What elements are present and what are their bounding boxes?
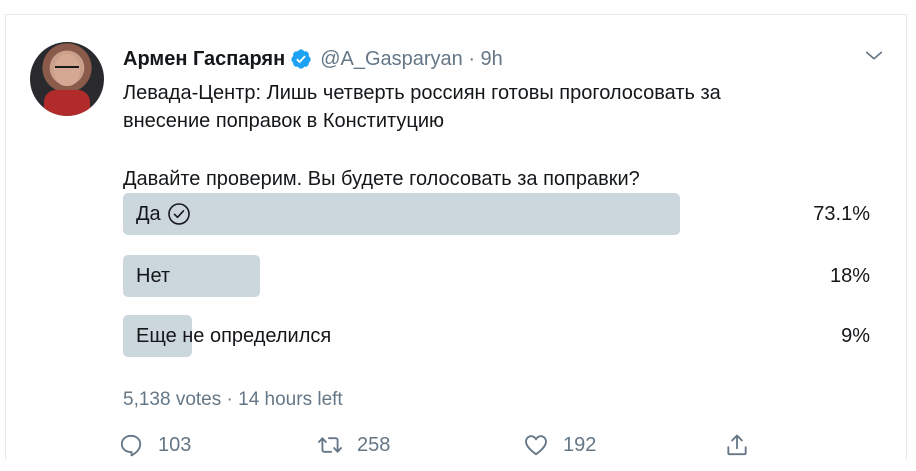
poll-option-percent: 9%	[841, 325, 870, 347]
tweet-text-line: Левада-Центр: Лишь четверть россиян гото…	[123, 82, 721, 104]
reply-button[interactable]: 103	[118, 430, 191, 460]
share-icon	[727, 434, 747, 456]
poll-option-2: Нет 18%	[123, 255, 873, 297]
heart-icon	[525, 435, 547, 456]
tweet-card[interactable]: Армен Гаспарян @A_Gasparyan · 9h Левада-…	[5, 14, 907, 460]
poll-option-label-wrap: Да	[136, 193, 191, 235]
poll-option-percent: 73.1%	[813, 203, 870, 225]
chevron-down-icon[interactable]	[863, 45, 885, 67]
share-button[interactable]	[724, 430, 764, 460]
retweet-button[interactable]: 258	[317, 430, 390, 460]
poll-option-label-wrap: Нет	[136, 255, 170, 297]
tweet-text: Левада-Центр: Лишь четверть россиян гото…	[123, 79, 863, 135]
verified-badge-icon	[291, 49, 311, 69]
reply-icon	[120, 434, 142, 457]
retweet-count: 258	[357, 433, 391, 456]
poll-option-label-wrap: Еще не определился	[136, 315, 331, 357]
author-handle-time[interactable]: @A_Gasparyan · 9h	[320, 48, 503, 71]
poll-question: Давайте проверим. Вы будете голосовать з…	[123, 168, 640, 190]
avatar-glasses	[55, 66, 79, 74]
avatar[interactable]	[30, 42, 104, 116]
poll-option-label: Еще не определился	[136, 325, 332, 347]
like-button[interactable]: 192	[523, 430, 596, 460]
poll-option-1: Да 73.1%	[123, 193, 873, 235]
retweet-icon	[318, 437, 342, 453]
poll-option-label: Нет	[136, 265, 171, 287]
like-count: 192	[563, 433, 597, 456]
poll-bar	[123, 193, 680, 235]
poll-option-3: Еще не определился 9%	[123, 315, 873, 357]
tweet-text-line: внесение поправок в Конституцию	[123, 110, 445, 132]
poll-option-percent: 18%	[829, 265, 870, 287]
avatar-shirt	[44, 90, 90, 116]
reply-count: 103	[158, 433, 192, 456]
tweet-header: Армен Гаспарян @A_Gasparyan · 9h	[123, 45, 503, 73]
author-name[interactable]: Армен Гаспарян	[123, 48, 285, 71]
poll-option-label: Да	[136, 203, 161, 225]
poll-meta: 5,138 votes · 14 hours left	[123, 389, 343, 410]
check-circle-icon	[167, 203, 190, 225]
